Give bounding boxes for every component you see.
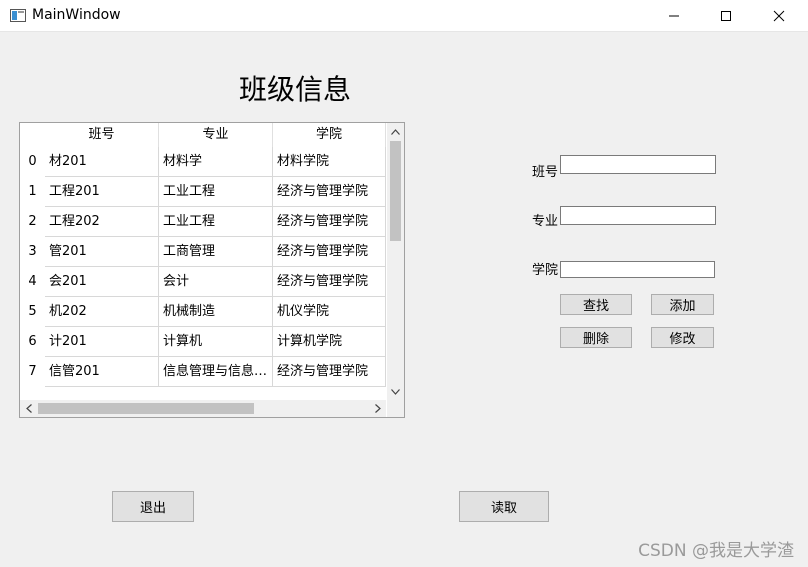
cell-class[interactable]: 管201 xyxy=(45,237,159,267)
cell-class[interactable]: 工程202 xyxy=(45,207,159,237)
cell-class[interactable]: 会201 xyxy=(45,267,159,297)
table-row[interactable]: 1 工程201 工业工程 经济与管理学院 xyxy=(20,177,386,207)
cell-class[interactable]: 机202 xyxy=(45,297,159,327)
row-header[interactable]: 3 xyxy=(20,237,45,267)
class-input[interactable] xyxy=(560,155,716,174)
minimize-button[interactable] xyxy=(651,0,697,31)
college-input[interactable] xyxy=(560,261,715,278)
read-button[interactable]: 读取 xyxy=(459,491,549,522)
maximize-icon xyxy=(721,10,731,21)
row-header[interactable]: 6 xyxy=(20,327,45,357)
scroll-down-arrow-icon[interactable] xyxy=(387,383,404,400)
app-icon xyxy=(10,9,26,22)
cell-college[interactable]: 经济与管理学院 xyxy=(273,177,386,207)
close-icon xyxy=(773,10,785,21)
minimize-icon xyxy=(669,15,679,16)
cell-college[interactable]: 经济与管理学院 xyxy=(273,207,386,237)
major-input[interactable] xyxy=(560,206,716,225)
exit-button[interactable]: 退出 xyxy=(112,491,194,522)
cell-major[interactable]: 机械制造 xyxy=(159,297,273,327)
table-row[interactable]: 7 信管201 信息管理与信息系统 经济与管理学院 xyxy=(20,357,386,387)
watermark: CSDN @我是大学渣 xyxy=(638,541,794,561)
vertical-scroll-thumb[interactable] xyxy=(390,141,401,241)
table-row[interactable]: 2 工程202 工业工程 经济与管理学院 xyxy=(20,207,386,237)
column-header-major[interactable]: 专业 xyxy=(159,123,273,147)
cell-college[interactable]: 经济与管理学院 xyxy=(273,267,386,297)
delete-button[interactable]: 删除 xyxy=(560,327,632,348)
cell-class[interactable]: 信管201 xyxy=(45,357,159,387)
table-row[interactable]: 4 会201 会计 经济与管理学院 xyxy=(20,267,386,297)
cell-college[interactable]: 计算机学院 xyxy=(273,327,386,357)
add-button[interactable]: 添加 xyxy=(651,294,714,315)
column-header-college[interactable]: 学院 xyxy=(273,123,386,147)
modify-button[interactable]: 修改 xyxy=(651,327,714,348)
row-header[interactable]: 1 xyxy=(20,177,45,207)
close-button[interactable] xyxy=(756,0,802,31)
scroll-left-arrow-icon[interactable] xyxy=(20,400,37,417)
column-header-class[interactable]: 班号 xyxy=(45,123,159,147)
cell-major[interactable]: 材料学 xyxy=(159,147,273,177)
row-header[interactable]: 2 xyxy=(20,207,45,237)
cell-major[interactable]: 信息管理与信息系统 xyxy=(159,357,273,387)
table-header: 班号 专业 学院 xyxy=(20,123,386,147)
class-label: 班号 xyxy=(532,165,559,180)
class-table[interactable]: 班号 专业 学院 0 材201 材料学 材料学院 1 工程201 工业工程 经济与管理学院 2 工… xyxy=(19,122,405,418)
title-bar: MainWindow xyxy=(0,0,808,32)
cell-college[interactable]: 经济与管理学院 xyxy=(273,357,386,387)
scrollbar-corner xyxy=(387,400,404,417)
scroll-right-arrow-icon[interactable] xyxy=(369,400,386,417)
vertical-scrollbar[interactable] xyxy=(387,123,404,400)
cell-college[interactable]: 材料学院 xyxy=(273,147,386,177)
cell-class[interactable]: 计201 xyxy=(45,327,159,357)
page-title: 班级信息 xyxy=(238,73,351,106)
major-label: 专业 xyxy=(532,214,559,229)
search-button[interactable]: 查找 xyxy=(560,294,632,315)
cell-major[interactable]: 工业工程 xyxy=(159,177,273,207)
row-header[interactable]: 7 xyxy=(20,357,45,387)
cell-major[interactable]: 会计 xyxy=(159,267,273,297)
row-header[interactable]: 4 xyxy=(20,267,45,297)
window-title: MainWindow xyxy=(32,7,121,23)
row-header[interactable]: 5 xyxy=(20,297,45,327)
maximize-button[interactable] xyxy=(703,0,749,31)
table-row[interactable]: 3 管201 工商管理 经济与管理学院 xyxy=(20,237,386,267)
row-header[interactable]: 0 xyxy=(20,147,45,177)
cell-major[interactable]: 工商管理 xyxy=(159,237,273,267)
table-row[interactable]: 6 计201 计算机 计算机学院 xyxy=(20,327,386,357)
cell-major[interactable]: 工业工程 xyxy=(159,207,273,237)
cell-class[interactable]: 工程201 xyxy=(45,177,159,207)
scroll-up-arrow-icon[interactable] xyxy=(387,123,404,140)
table-grid: 班号 专业 学院 0 材201 材料学 材料学院 1 工程201 工业工程 经济与管理学院 2 工… xyxy=(20,123,386,400)
table-corner[interactable] xyxy=(20,123,45,147)
table-row[interactable]: 0 材201 材料学 材料学院 xyxy=(20,147,386,177)
horizontal-scroll-thumb[interactable] xyxy=(38,403,254,414)
cell-major[interactable]: 计算机 xyxy=(159,327,273,357)
cell-college[interactable]: 机仪学院 xyxy=(273,297,386,327)
horizontal-scrollbar[interactable] xyxy=(20,400,386,417)
college-label: 学院 xyxy=(532,263,559,278)
table-row[interactable]: 5 机202 机械制造 机仪学院 xyxy=(20,297,386,327)
cell-college[interactable]: 经济与管理学院 xyxy=(273,237,386,267)
cell-class[interactable]: 材201 xyxy=(45,147,159,177)
